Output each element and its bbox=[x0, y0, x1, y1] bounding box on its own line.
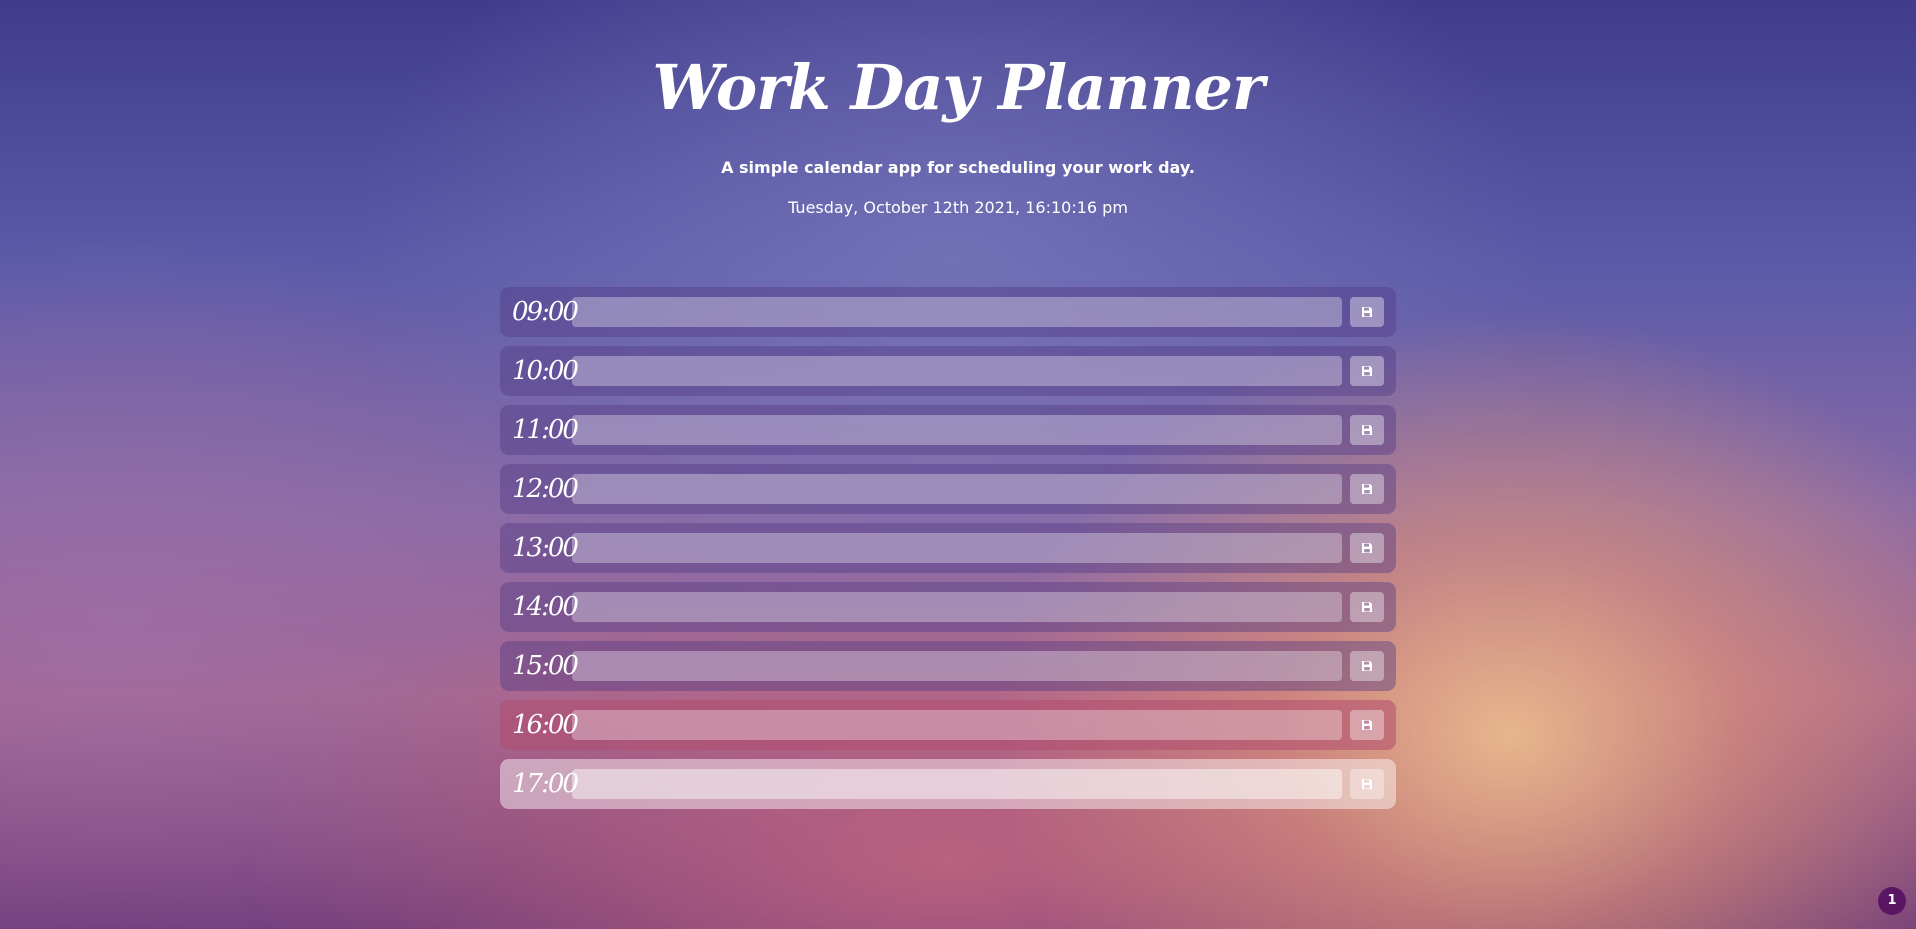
floppy-disk-icon bbox=[1362, 484, 1372, 494]
task-input[interactable] bbox=[572, 592, 1342, 622]
save-button[interactable] bbox=[1350, 415, 1384, 445]
floppy-disk-icon bbox=[1362, 720, 1372, 730]
save-button[interactable] bbox=[1350, 297, 1384, 327]
save-button[interactable] bbox=[1350, 533, 1384, 563]
time-block-11: 11:00 bbox=[500, 405, 1396, 455]
hour-label: 15:00 bbox=[512, 651, 579, 681]
task-input[interactable] bbox=[572, 297, 1342, 327]
hour-label: 11:00 bbox=[512, 415, 579, 445]
app-title: Work Day Planner bbox=[652, 51, 1264, 124]
time-block-13: 13:00 bbox=[500, 523, 1396, 573]
task-input[interactable] bbox=[572, 533, 1342, 563]
floppy-disk-icon bbox=[1362, 425, 1372, 435]
save-button[interactable] bbox=[1350, 474, 1384, 504]
save-button[interactable] bbox=[1350, 592, 1384, 622]
task-input[interactable] bbox=[572, 356, 1342, 386]
hour-label: 12:00 bbox=[512, 474, 579, 504]
hour-label: 09:00 bbox=[512, 297, 579, 327]
notification-badge[interactable]: 1 bbox=[1878, 887, 1906, 915]
time-block-09: 09:00 bbox=[500, 287, 1396, 337]
floppy-disk-icon bbox=[1362, 307, 1372, 317]
hour-label: 14:00 bbox=[512, 592, 579, 622]
floppy-disk-icon bbox=[1362, 366, 1372, 376]
time-block-16: 16:00 bbox=[500, 700, 1396, 750]
task-input[interactable] bbox=[572, 415, 1342, 445]
task-input[interactable] bbox=[572, 710, 1342, 740]
task-input[interactable] bbox=[572, 769, 1342, 799]
task-input[interactable] bbox=[572, 474, 1342, 504]
current-datetime: Tuesday, October 12th 2021, 16:10:16 pm bbox=[788, 198, 1128, 217]
floppy-disk-icon bbox=[1362, 543, 1372, 553]
time-block-14: 14:00 bbox=[500, 582, 1396, 632]
time-block-15: 15:00 bbox=[500, 641, 1396, 691]
save-button[interactable] bbox=[1350, 651, 1384, 681]
floppy-disk-icon bbox=[1362, 779, 1372, 789]
hour-label: 16:00 bbox=[512, 710, 579, 740]
floppy-disk-icon bbox=[1362, 661, 1372, 671]
save-button[interactable] bbox=[1350, 769, 1384, 799]
hour-label: 10:00 bbox=[512, 356, 579, 386]
app-subtitle: A simple calendar app for scheduling you… bbox=[721, 158, 1195, 177]
save-button[interactable] bbox=[1350, 356, 1384, 386]
hour-label: 17:00 bbox=[512, 769, 579, 799]
time-block-10: 10:00 bbox=[500, 346, 1396, 396]
hour-label: 13:00 bbox=[512, 533, 579, 563]
time-block-12: 12:00 bbox=[500, 464, 1396, 514]
save-button[interactable] bbox=[1350, 710, 1384, 740]
time-block-17: 17:00 bbox=[500, 759, 1396, 809]
floppy-disk-icon bbox=[1362, 602, 1372, 612]
planner-list: 09:00 10:00 11:00 12:00 13:00 14:00 15:0… bbox=[500, 287, 1396, 818]
task-input[interactable] bbox=[572, 651, 1342, 681]
